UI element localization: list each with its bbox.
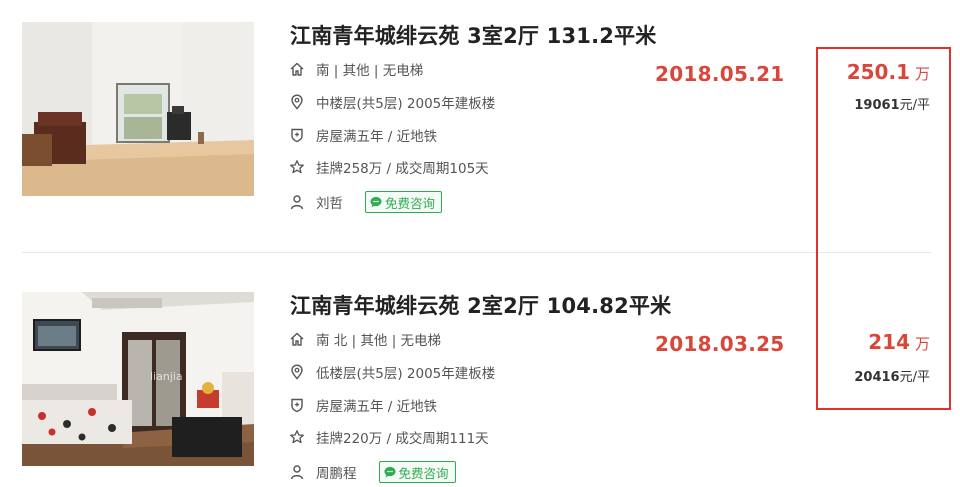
agent-row: 周鹏程 免费咨询 <box>288 461 456 483</box>
free-consult-button[interactable]: 免费咨询 <box>365 191 443 213</box>
home-icon <box>288 330 306 348</box>
shield-icon <box>288 396 306 414</box>
chat-bubble-icon <box>370 196 382 208</box>
person-icon <box>288 193 306 211</box>
listing-info-row: 挂牌258万 / 成交周期105天 <box>288 156 489 178</box>
floor-row: 低楼层(共5层) 2005年建板楼 <box>288 361 495 383</box>
listing-info-text: 挂牌220万 / 成交周期111天 <box>316 431 489 447</box>
orientation-row: 南 | 其他 | 无电梯 <box>288 58 423 80</box>
price-highlight-box <box>816 47 951 410</box>
listing-info-text: 挂牌258万 / 成交周期105天 <box>316 161 489 177</box>
home-icon <box>288 60 306 78</box>
free-consult-button[interactable]: 免费咨询 <box>378 461 456 483</box>
shield-icon <box>288 126 306 144</box>
listing-title[interactable]: 江南青年城绯云苑 3室2厅 131.2平米 <box>290 20 656 50</box>
watermark: lianjia <box>150 370 183 383</box>
listing-divider <box>22 252 932 253</box>
tags-text: 房屋满五年 / 近地铁 <box>316 399 438 415</box>
orientation-row: 南 北 | 其他 | 无电梯 <box>288 328 441 350</box>
tags-row: 房屋满五年 / 近地铁 <box>288 124 437 146</box>
person-icon <box>288 463 306 481</box>
location-pin-icon <box>288 93 306 111</box>
orientation-text: 南 | 其他 | 无电梯 <box>316 63 424 79</box>
floor-text: 低楼层(共5层) 2005年建板楼 <box>316 366 496 382</box>
consult-label: 免费咨询 <box>398 465 449 481</box>
listing-info-row: 挂牌220万 / 成交周期111天 <box>288 426 489 448</box>
star-icon <box>288 428 306 446</box>
floor-text: 中楼层(共5层) 2005年建板楼 <box>316 96 496 112</box>
agent-name[interactable]: 周鹏程 <box>316 462 357 482</box>
consult-label: 免费咨询 <box>385 195 436 211</box>
location-pin-icon <box>288 363 306 381</box>
deal-date: 2018.03.25 <box>655 332 785 356</box>
orientation-text: 南 北 | 其他 | 无电梯 <box>316 333 442 349</box>
agent-name[interactable]: 刘哲 <box>316 192 343 212</box>
listing-photo[interactable] <box>22 22 254 196</box>
tags-text: 房屋满五年 / 近地铁 <box>316 129 438 145</box>
listing-photo[interactable]: lianjia <box>22 292 254 466</box>
tags-row: 房屋满五年 / 近地铁 <box>288 394 437 416</box>
floor-row: 中楼层(共5层) 2005年建板楼 <box>288 91 495 113</box>
agent-row: 刘哲 免费咨询 <box>288 191 443 213</box>
listing-title[interactable]: 江南青年城绯云苑 2室2厅 104.82平米 <box>290 290 671 320</box>
star-icon <box>288 158 306 176</box>
deal-date: 2018.05.21 <box>655 62 785 86</box>
chat-bubble-icon <box>384 466 395 478</box>
